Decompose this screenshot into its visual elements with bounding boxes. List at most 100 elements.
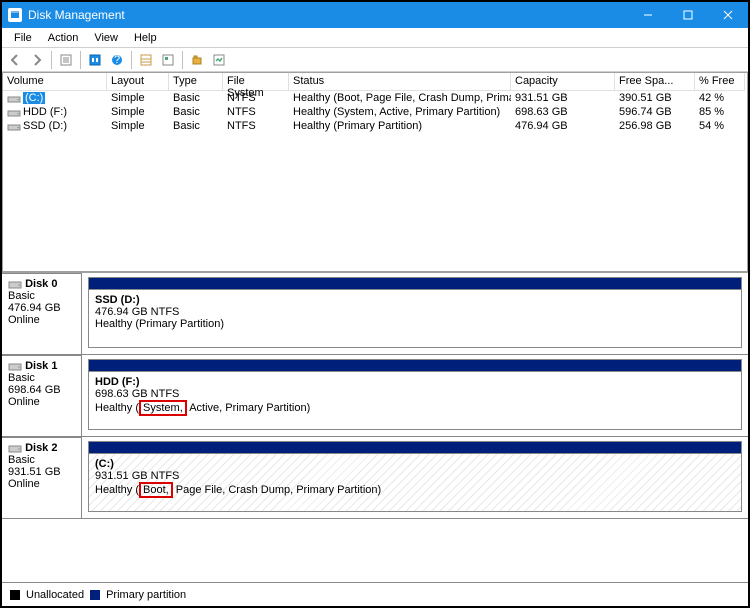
volume-pct: 54 % <box>695 120 745 132</box>
volume-layout: Simple <box>107 120 169 132</box>
volume-name: HDD (F:) <box>23 106 67 118</box>
menu-file[interactable]: File <box>6 30 40 46</box>
column-layout[interactable]: Layout <box>107 73 169 91</box>
volume-layout: Simple <box>107 106 169 118</box>
help-icon[interactable]: ? <box>106 49 128 71</box>
volume-status: Healthy (Primary Partition) <box>289 120 511 132</box>
minimize-button[interactable] <box>628 2 668 28</box>
column-capacity[interactable]: Capacity <box>511 73 615 91</box>
svg-text:?: ? <box>114 54 120 66</box>
legend-primary-label: Primary partition <box>106 589 186 601</box>
volume-free: 390.51 GB <box>615 92 695 104</box>
partition-box[interactable]: SSD (D:)476.94 GB NTFSHealthy (Primary P… <box>88 289 742 348</box>
drive-icon <box>7 92 21 104</box>
volume-fs: NTFS <box>223 92 289 104</box>
disk-info[interactable]: Disk 2Basic931.51 GBOnline <box>2 437 82 518</box>
volume-header: Volume Layout Type File System Status Ca… <box>3 73 747 91</box>
volume-layout: Simple <box>107 92 169 104</box>
partition-name: SSD (D:) <box>95 294 140 306</box>
volume-pct: 85 % <box>695 106 745 118</box>
volume-fs: NTFS <box>223 120 289 132</box>
legend-swatch-primary <box>90 590 100 600</box>
disk-label: Disk 2 <box>25 442 57 454</box>
volume-capacity: 698.63 GB <box>511 106 615 118</box>
column-filesystem[interactable]: File System <box>223 73 289 91</box>
action-icon[interactable] <box>186 49 208 71</box>
volume-list: Volume Layout Type File System Status Ca… <box>2 72 748 272</box>
disk-info[interactable]: Disk 1Basic698.64 GBOnline <box>2 355 82 436</box>
partition-box[interactable]: HDD (F:)698.63 GB NTFS Healthy (System, A… <box>88 371 742 430</box>
disk-info[interactable]: Disk 0Basic476.94 GBOnline <box>2 273 82 354</box>
legend: Unallocated Primary partition <box>2 582 748 606</box>
volume-row[interactable]: SSD (D:)SimpleBasicNTFSHealthy (Primary … <box>3 119 747 133</box>
back-button[interactable] <box>4 49 26 71</box>
partition-status: Healthy (System, Active, Primary Partiti… <box>95 402 310 414</box>
volume-row[interactable]: (C:)SimpleBasicNTFSHealthy (Boot, Page F… <box>3 91 747 105</box>
legend-swatch-unallocated <box>10 590 20 600</box>
partition-name: (C:) <box>95 458 114 470</box>
toolbar-separator <box>131 51 132 69</box>
partition-stripe <box>88 441 742 453</box>
drive-icon <box>7 120 21 132</box>
partition-status: Healthy (Primary Partition) <box>95 318 224 330</box>
disk-state: Online <box>8 396 40 408</box>
volume-status: Healthy (Boot, Page File, Crash Dump, Pr… <box>289 92 511 104</box>
properties-icon[interactable] <box>55 49 77 71</box>
disk-icon <box>8 442 22 454</box>
menubar: File Action View Help <box>2 28 748 48</box>
highlight-box: System, <box>139 400 187 416</box>
highlight-box: Boot, <box>139 482 173 498</box>
volume-fs: NTFS <box>223 106 289 118</box>
list-icon[interactable] <box>135 49 157 71</box>
partition-stripe <box>88 277 742 289</box>
partition-stripe <box>88 359 742 371</box>
volume-capacity: 476.94 GB <box>511 120 615 132</box>
disk-label: Disk 0 <box>25 278 57 290</box>
disk-icon <box>8 360 22 372</box>
volume-type: Basic <box>169 106 223 118</box>
volume-name: (C:) <box>23 92 45 104</box>
partition-status: Healthy (Boot, Page File, Crash Dump, Pr… <box>95 484 381 496</box>
column-type[interactable]: Type <box>169 73 223 91</box>
volume-pct: 42 % <box>695 92 745 104</box>
partition-box[interactable]: (C:)931.51 GB NTFSHealthy (Boot, Page Fi… <box>88 453 742 512</box>
volume-free: 256.98 GB <box>615 120 695 132</box>
volume-row[interactable]: HDD (F:) SimpleBasicNTFSHealthy (System, … <box>3 105 747 119</box>
titlebar: Disk Management <box>2 2 748 28</box>
disk-type: Basic <box>8 290 35 302</box>
partition-name: HDD (F:) <box>95 376 140 388</box>
menu-view[interactable]: View <box>86 30 126 46</box>
partition-size: 476.94 GB NTFS <box>95 306 179 318</box>
disk-label: Disk 1 <box>25 360 57 372</box>
volume-capacity: 931.51 GB <box>511 92 615 104</box>
volume-status: Healthy (System, Active, Primary Partiti… <box>289 106 511 118</box>
app-icon <box>8 8 22 22</box>
menu-action[interactable]: Action <box>40 30 87 46</box>
column-free[interactable]: Free Spa... <box>615 73 695 91</box>
close-button[interactable] <box>708 2 748 28</box>
forward-button[interactable] <box>26 49 48 71</box>
window-title: Disk Management <box>28 8 628 22</box>
partition-size: 698.63 GB NTFS <box>95 388 179 400</box>
menu-help[interactable]: Help <box>126 30 165 46</box>
column-volume[interactable]: Volume <box>3 73 107 91</box>
volume-free: 596.74 GB <box>615 106 695 118</box>
toolbar-separator <box>182 51 183 69</box>
refresh-icon[interactable] <box>84 49 106 71</box>
volume-type: Basic <box>169 120 223 132</box>
disk-size: 698.64 GB <box>8 384 61 396</box>
column-status[interactable]: Status <box>289 73 511 91</box>
disk-type: Basic <box>8 372 35 384</box>
toolbar-separator <box>80 51 81 69</box>
toolbar-separator <box>51 51 52 69</box>
disk-size: 931.51 GB <box>8 466 61 478</box>
settings-icon[interactable] <box>157 49 179 71</box>
volume-rows: (C:)SimpleBasicNTFSHealthy (Boot, Page F… <box>3 91 747 271</box>
wizard-icon[interactable] <box>208 49 230 71</box>
disk-panel: Disk 0Basic476.94 GBOnlineSSD (D:)476.94… <box>2 272 748 582</box>
disk-icon <box>8 278 22 290</box>
column-pctfree[interactable]: % Free <box>695 73 745 91</box>
disk-state: Online <box>8 314 40 326</box>
maximize-button[interactable] <box>668 2 708 28</box>
toolbar: ? <box>2 48 748 72</box>
